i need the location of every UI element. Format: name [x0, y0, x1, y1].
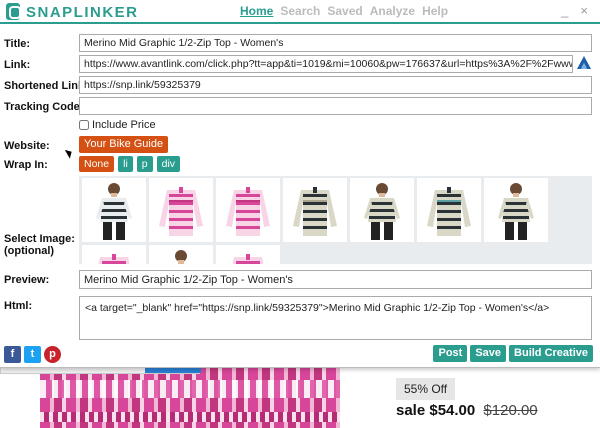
snaplinker-logo-icon — [6, 3, 21, 20]
action-buttons: Post Save Build Creative — [433, 345, 593, 362]
nav-saved[interactable]: Saved — [327, 4, 362, 18]
price-line: sale $54.00 $120.00 — [396, 402, 538, 419]
product-image-thumb[interactable] — [350, 178, 414, 242]
tracking-code-input[interactable] — [79, 97, 592, 115]
nav-search[interactable]: Search — [280, 4, 320, 18]
preview-box: Merino Mid Graphic 1/2-Zip Top - Women's — [79, 270, 592, 289]
select-image-optional: (optional) — [4, 245, 55, 257]
discount-badge: 55% Off — [396, 378, 456, 400]
facebook-icon[interactable]: f — [4, 346, 21, 363]
product-image-thumb[interactable] — [216, 245, 280, 264]
wrap-p-button[interactable]: p — [136, 156, 153, 172]
pinterest-icon[interactable]: p — [44, 346, 61, 363]
preview-label: Preview: — [4, 274, 50, 286]
sale-price: sale $54.00 — [396, 402, 476, 419]
top-bar: SNAPLINKER Home Search Saved Analyze Hel… — [0, 0, 600, 24]
social-share: f t p — [4, 346, 61, 363]
website-button[interactable]: Your Bike Guide — [79, 136, 169, 153]
image-gallery — [79, 176, 592, 264]
wrap-div-button[interactable]: div — [156, 156, 181, 172]
include-price-checkbox[interactable] — [79, 120, 89, 130]
twitter-icon[interactable]: t — [24, 346, 41, 363]
product-image-thumb[interactable] — [417, 178, 481, 242]
shortened-link-input[interactable]: https://snp.link/59325379 — [79, 76, 592, 94]
title-label: Title: — [4, 38, 31, 50]
title-input[interactable]: Merino Mid Graphic 1/2-Zip Top - Women's — [79, 34, 592, 52]
nav-help[interactable]: Help — [422, 4, 448, 18]
product-image-thumb[interactable] — [82, 178, 146, 242]
include-price-label: Include Price — [92, 119, 156, 131]
nav-home[interactable]: Home — [240, 4, 273, 18]
save-button[interactable]: Save — [470, 345, 507, 362]
wrap-none-button[interactable]: None — [79, 156, 115, 172]
tracking-code-label: Tracking Code: — [4, 101, 84, 113]
brand-name: SNAPLINKER — [26, 4, 139, 21]
product-image-thumb[interactable] — [216, 178, 280, 242]
background-product-image — [40, 368, 340, 428]
snaplinker-panel: SNAPLINKER Home Search Saved Analyze Hel… — [0, 0, 600, 368]
website-label: Website: — [4, 140, 50, 152]
post-button[interactable]: Post — [433, 345, 468, 362]
avantlink-icon[interactable] — [577, 56, 591, 70]
close-button[interactable]: × — [580, 3, 588, 18]
wrap-li-button[interactable]: li — [118, 156, 133, 172]
main-nav: Home Search Saved Analyze Help — [240, 4, 448, 18]
nav-analyze[interactable]: Analyze — [370, 4, 415, 18]
html-label: Html: — [4, 300, 33, 312]
link-input[interactable]: https://www.avantlink.com/click.php?tt=a… — [79, 55, 573, 73]
link-label: Link: — [4, 59, 31, 71]
wrap-options: None li p div — [79, 156, 181, 172]
shortened-link-label: Shortened Link: — [4, 80, 88, 92]
window-controls: _ × — [561, 3, 588, 18]
old-price: $120.00 — [483, 402, 538, 419]
build-creative-button[interactable]: Build Creative — [509, 345, 593, 362]
wrap-in-label: Wrap In: — [4, 159, 48, 171]
include-price-row: Include Price — [79, 119, 156, 131]
minimize-button[interactable]: _ — [561, 3, 568, 18]
product-image-thumb[interactable] — [149, 178, 213, 242]
html-textarea[interactable]: <a target="_blank" href="https://snp.lin… — [79, 296, 592, 340]
select-image-label: Select Image: — [4, 233, 75, 245]
product-image-thumb[interactable] — [484, 178, 548, 242]
product-image-thumb[interactable] — [149, 245, 213, 264]
product-image-thumb[interactable] — [283, 178, 347, 242]
product-image-thumb[interactable] — [82, 245, 146, 264]
